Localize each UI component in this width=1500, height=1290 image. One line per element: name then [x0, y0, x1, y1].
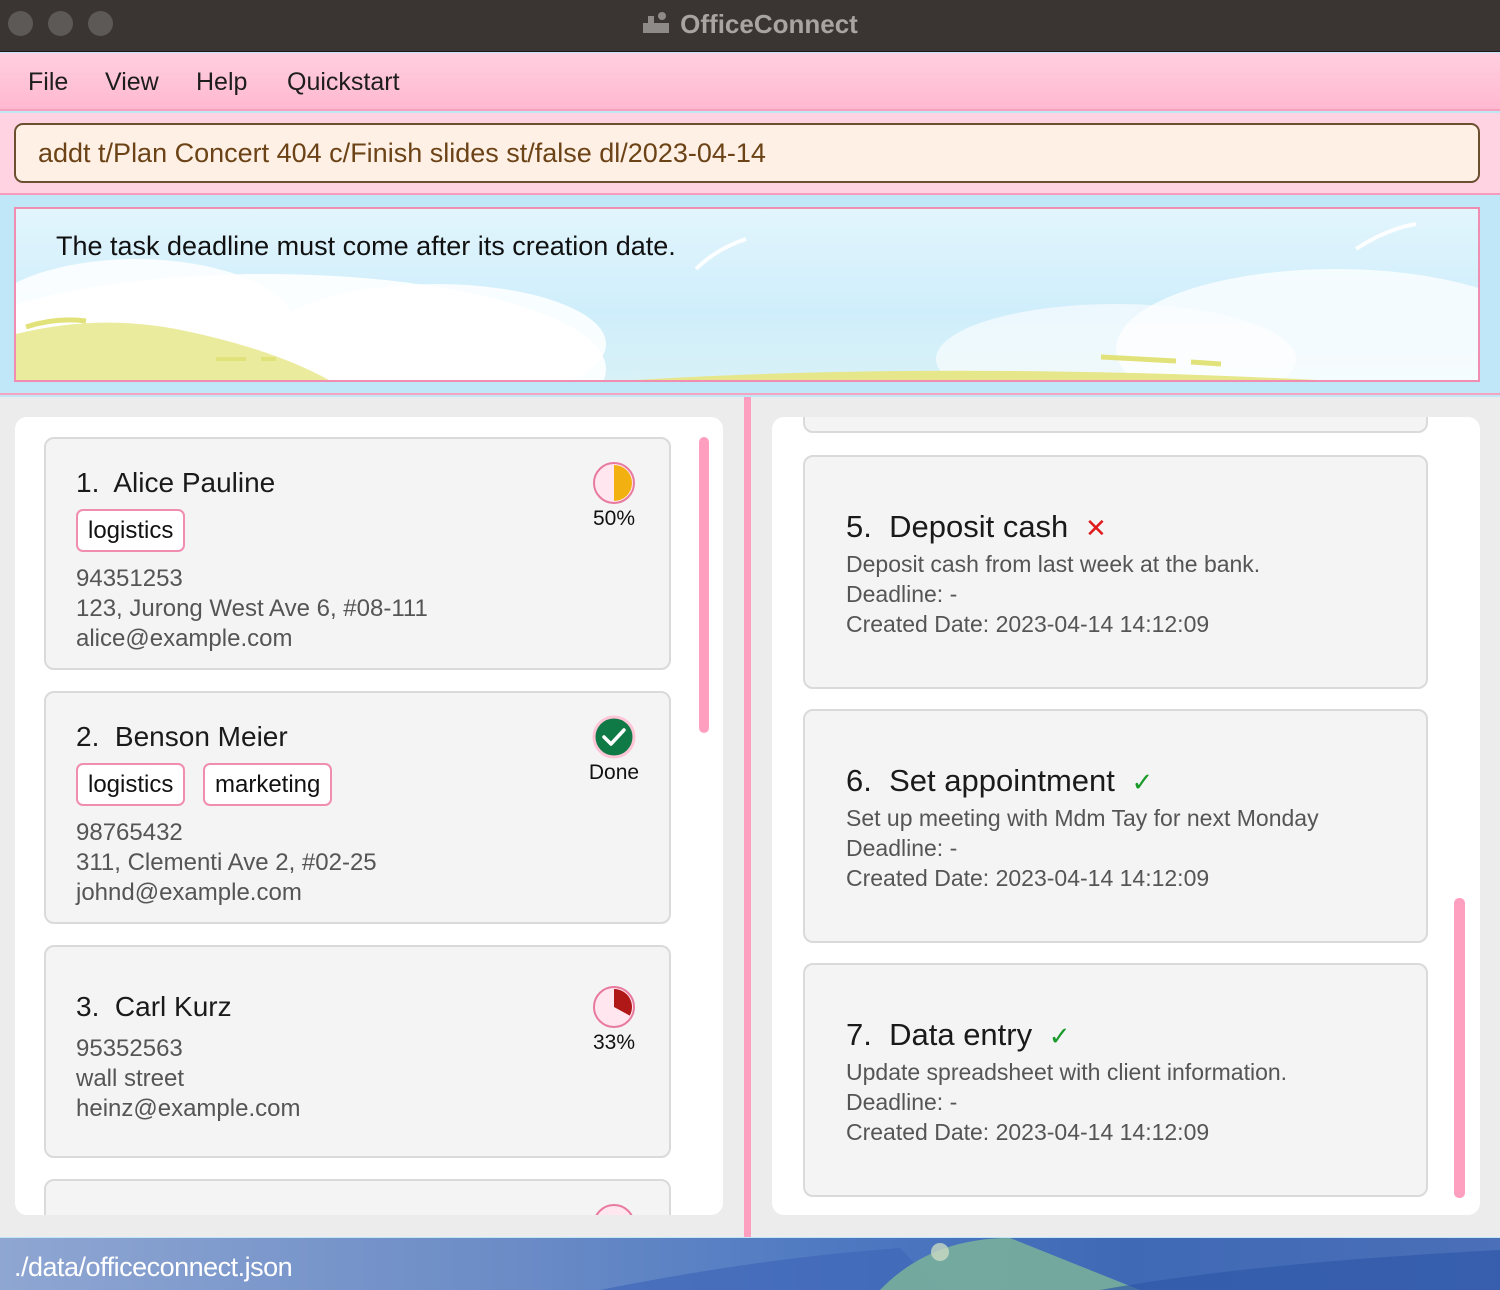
tag-marketing: marketing — [203, 763, 333, 806]
panel-divider[interactable] — [744, 397, 751, 1237]
menu-view[interactable]: View — [105, 68, 159, 97]
task-deadline: Deadline: - — [846, 1089, 958, 1115]
task-deadline: Deadline: - — [846, 835, 958, 861]
task-created-date: Created Date: 2023-04-14 14:12:09 — [846, 611, 1210, 637]
window-title-text: OfficeConnect — [680, 9, 858, 39]
task-title: 7. Data entry ✓ — [846, 1017, 1071, 1053]
task-title: 5. Deposit cash ✕ — [846, 509, 1107, 545]
person-list-panel[interactable]: 1. Alice Pauline logistics 94351253 123,… — [15, 417, 723, 1215]
result-message: The task deadline must come after its cr… — [56, 231, 676, 261]
person-card[interactable] — [44, 1179, 671, 1215]
not-done-cross-icon: ✕ — [1084, 513, 1107, 543]
app-logo-icon — [643, 12, 670, 34]
person-index: 1. — [76, 467, 100, 498]
person-address: wall street — [76, 1065, 185, 1092]
person-phone: 94351253 — [76, 565, 183, 592]
progress-pie-icon — [593, 986, 635, 1028]
task-description: Update spreadsheet with client informati… — [846, 1059, 1288, 1085]
task-title: 6. Set appointment ✓ — [846, 763, 1153, 799]
task-created-date: Created Date: 2023-04-14 14:12:09 — [846, 1119, 1210, 1145]
task-card[interactable] — [803, 417, 1428, 433]
task-title-text: Deposit cash — [889, 509, 1069, 544]
person-name-text: Benson Meier — [114, 721, 288, 752]
task-list-scrollbar[interactable] — [1454, 898, 1465, 1198]
person-address: 123, Jurong West Ave 6, #08-111 — [76, 595, 428, 622]
person-name: 2. Benson Meier — [76, 721, 288, 753]
task-index: 7. — [846, 1017, 872, 1052]
progress-label: Done — [588, 761, 640, 784]
task-deadline: Deadline: - — [846, 581, 958, 607]
progress-label: 50% — [592, 507, 636, 530]
person-name: 3. Carl Kurz — [76, 991, 232, 1023]
menu-help[interactable]: Help — [196, 68, 247, 97]
task-card[interactable]: 5. Deposit cash ✕ Deposit cash from last… — [803, 455, 1428, 689]
person-card[interactable]: 3. Carl Kurz 95352563 wall street heinz@… — [44, 945, 671, 1158]
task-index: 6. — [846, 763, 872, 798]
person-card[interactable]: 1. Alice Pauline logistics 94351253 123,… — [44, 437, 671, 670]
person-card[interactable]: 2. Benson Meier logistics marketing 9876… — [44, 691, 671, 924]
person-phone: 98765432 — [76, 819, 183, 846]
person-email: alice@example.com — [76, 625, 293, 652]
task-title-text: Data entry — [889, 1017, 1033, 1052]
command-input[interactable]: addt t/Plan Concert 404 c/Finish slides … — [14, 123, 1480, 183]
task-index: 5. — [846, 509, 872, 544]
task-card[interactable]: 7. Data entry ✓ Update spreadsheet with … — [803, 963, 1428, 1197]
done-check-icon — [592, 715, 636, 759]
person-email: heinz@example.com — [76, 1095, 301, 1122]
person-address: 311, Clementi Ave 2, #02-25 — [76, 849, 377, 876]
person-name-text: Carl Kurz — [114, 991, 232, 1022]
command-box-area: addt t/Plan Concert 404 c/Finish slides … — [0, 113, 1500, 195]
person-index: 2. — [76, 721, 100, 752]
menu-bar: File View Help Quickstart — [0, 53, 1500, 111]
person-name-text: Alice Pauline — [113, 467, 276, 498]
task-card[interactable]: 6. Set appointment ✓ Set up meeting with… — [803, 709, 1428, 943]
status-bar: ./data/officeconnect.json — [0, 1238, 1500, 1290]
result-display: The task deadline must come after its cr… — [14, 207, 1480, 382]
save-file-path: ./data/officeconnect.json — [14, 1252, 293, 1282]
task-list-panel[interactable]: 5. Deposit cash ✕ Deposit cash from last… — [772, 417, 1480, 1215]
person-list-scrollbar[interactable] — [699, 437, 709, 733]
main-content: 1. Alice Pauline logistics 94351253 123,… — [0, 397, 1500, 1237]
person-name: 1. Alice Pauline — [76, 467, 275, 499]
menu-quickstart[interactable]: Quickstart — [287, 68, 400, 97]
task-description: Set up meeting with Mdm Tay for next Mon… — [846, 805, 1319, 831]
task-description: Deposit cash from last week at the bank. — [846, 551, 1261, 577]
done-check-icon: ✓ — [1048, 1021, 1071, 1051]
done-check-icon: ✓ — [1131, 767, 1154, 797]
task-title-text: Set appointment — [889, 763, 1115, 798]
person-index: 3. — [76, 991, 100, 1022]
progress-pie-icon — [593, 462, 635, 504]
title-bar: OfficeConnect — [0, 0, 1500, 52]
tag-logistics: logistics — [76, 509, 186, 552]
progress-label: 33% — [592, 1031, 636, 1054]
person-email: johnd@example.com — [76, 879, 302, 906]
menu-file[interactable]: File — [28, 68, 68, 97]
tag-logistics: logistics — [76, 763, 186, 806]
person-phone: 95352563 — [76, 1035, 183, 1062]
result-display-area: The task deadline must come after its cr… — [0, 197, 1500, 395]
task-created-date: Created Date: 2023-04-14 14:12:09 — [846, 865, 1210, 891]
progress-pie-icon — [595, 1204, 633, 1215]
window-title: OfficeConnect — [0, 9, 1500, 40]
